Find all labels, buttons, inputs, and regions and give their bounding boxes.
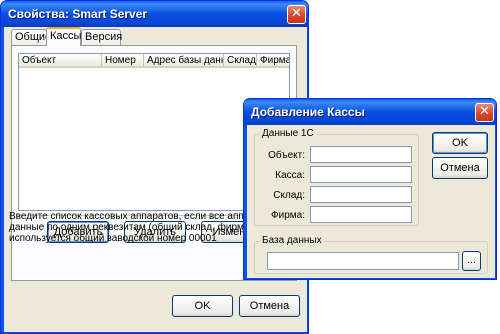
column-header-number[interactable]: Номер xyxy=(102,54,144,68)
add-register-dialog: Добавление Кассы ✕ Данные 1С Объект: Кас… xyxy=(243,98,497,280)
add-dialog-title: Добавление Кассы xyxy=(251,105,365,119)
group-1c-label: Данные 1С xyxy=(260,128,316,139)
column-header-company[interactable]: Фирма xyxy=(257,54,289,68)
register-label: Касса: xyxy=(275,170,305,181)
group-1c-data: Данные 1С Объект: Касса: Склад: Фирма: xyxy=(254,128,419,226)
main-dialog-title: Свойства: Smart Server xyxy=(8,7,148,21)
tab-version[interactable]: Версия xyxy=(81,29,122,45)
add-dialog-ok-button[interactable]: OK xyxy=(432,132,488,154)
warehouse-field[interactable] xyxy=(310,186,412,203)
main-cancel-button[interactable]: Отмена xyxy=(239,295,300,317)
object-label: Объект: xyxy=(268,150,305,161)
add-close-button[interactable]: ✕ xyxy=(475,103,494,122)
column-header-object[interactable]: Объект xyxy=(19,54,102,68)
company-label: Фирма: xyxy=(271,210,305,221)
main-ok-button[interactable]: OK xyxy=(172,295,233,317)
main-dialog-titlebar[interactable]: Свойства: Smart Server ✕ xyxy=(1,1,308,27)
tab-general[interactable]: Общие xyxy=(11,29,51,45)
browse-button[interactable]: ... xyxy=(462,251,481,271)
warehouse-label: Склад: xyxy=(273,190,305,201)
group-database: База данных ... xyxy=(254,235,488,274)
object-field[interactable] xyxy=(310,146,412,163)
tab-cash-registers[interactable]: Кассы xyxy=(46,27,81,46)
group-database-label: База данных xyxy=(260,235,324,246)
add-dialog-cancel-button[interactable]: Отмена xyxy=(432,157,488,179)
company-field[interactable] xyxy=(310,206,412,223)
database-path-field[interactable] xyxy=(267,252,459,270)
register-field[interactable] xyxy=(310,166,412,183)
column-header-warehouse[interactable]: Склад xyxy=(224,54,257,68)
main-close-button[interactable]: ✕ xyxy=(287,5,306,24)
column-header-db-address[interactable]: Адрес базы данных xyxy=(144,54,224,68)
add-dialog-titlebar[interactable]: Добавление Кассы ✕ xyxy=(244,99,496,125)
